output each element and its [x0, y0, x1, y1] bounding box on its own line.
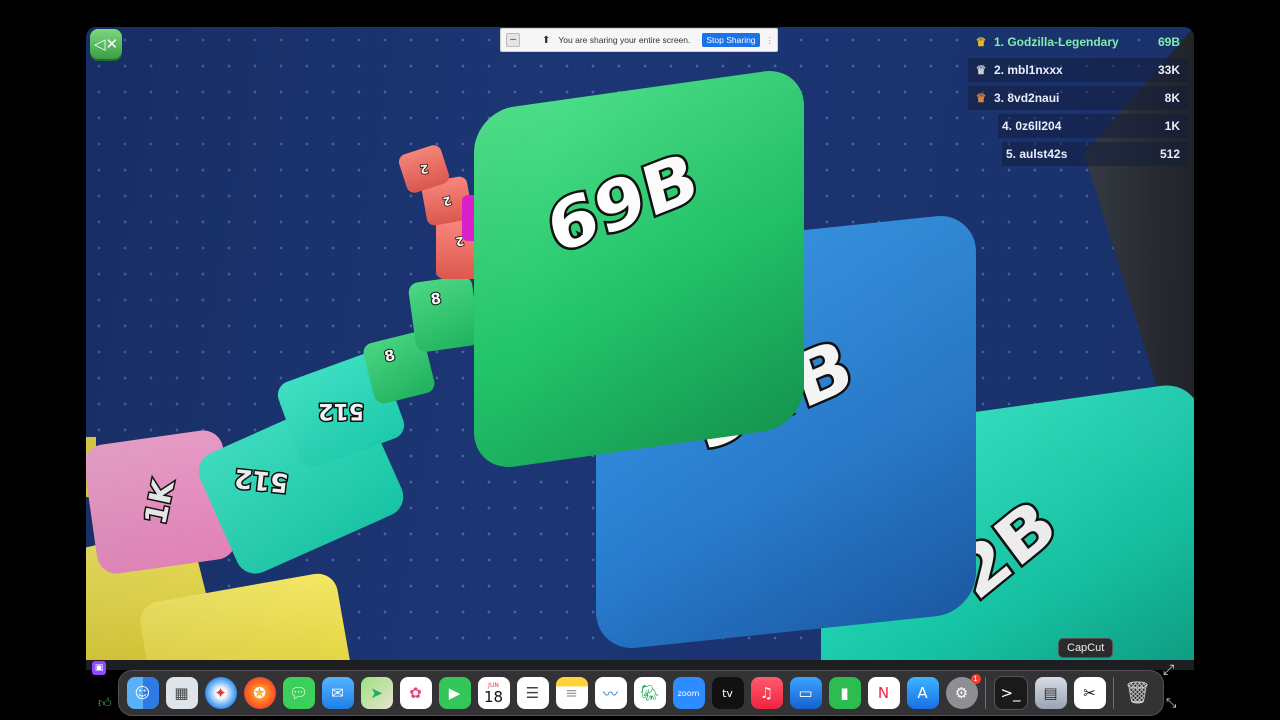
share-message: You are sharing your entire screen.	[558, 35, 691, 45]
leaderboard: ♛ 1. Godzilla-Legendary 69B ♛ 2. mbl1nxx…	[968, 30, 1188, 170]
launchpad-icon[interactable]: ▦	[165, 677, 198, 709]
news-icon[interactable]: N	[867, 677, 900, 709]
safari-icon[interactable]: ✦	[204, 677, 237, 709]
twitch-icon: ▣	[92, 661, 106, 675]
stream-toolbar	[86, 660, 1194, 670]
system-settings-icon[interactable]: ⚙ 1	[945, 674, 981, 709]
thumbs-up-icon[interactable]: 👍︎	[98, 696, 112, 711]
fullscreen-icon[interactable]: ⤢	[1163, 662, 1174, 678]
finder-icon[interactable]: ☺	[126, 677, 159, 709]
dock-tooltip: CapCut	[1058, 638, 1114, 658]
game-canvas[interactable]: 1K 512 512 8 8 2 2 2 2B 34B 69B ➤ ◁✕ – ⬆…	[86, 27, 1194, 660]
keynote-icon[interactable]: ▭	[789, 677, 822, 709]
bronze-crown-icon: ♛	[975, 91, 987, 105]
cube-69b: 69B	[474, 65, 804, 473]
maps-icon[interactable]: ➤	[360, 677, 393, 709]
share-screen-icon: ⬆	[542, 34, 551, 46]
leaderboard-row: ♛ 1. Godzilla-Legendary 69B	[968, 30, 1188, 54]
exit-fullscreen-icon[interactable]: ⤡	[1166, 696, 1176, 711]
dock-separator	[1113, 677, 1114, 709]
firefox-icon[interactable]: ✪	[243, 677, 276, 709]
numbers-icon[interactable]: ▮	[828, 677, 861, 709]
stop-sharing-button[interactable]: Stop Sharing	[702, 33, 760, 47]
music-icon[interactable]: ♫	[750, 677, 783, 709]
freeform-icon[interactable]: 〰	[594, 677, 627, 709]
preview-icon[interactable]: ▤	[1034, 677, 1067, 709]
apple-tv-icon[interactable]: tv	[711, 677, 744, 709]
facetime-icon[interactable]: ▶	[438, 677, 471, 709]
speaker-muted-icon: ◁✕	[93, 35, 119, 53]
cube-8: 8	[407, 274, 481, 354]
trash-icon[interactable]: 🗑︎	[1122, 677, 1154, 709]
gold-crown-icon: ♛	[975, 35, 987, 49]
photos-icon[interactable]: ✿	[399, 677, 432, 709]
calendar-icon[interactable]: JUN 18	[477, 677, 510, 709]
messages-icon[interactable]: 💬︎	[282, 677, 315, 709]
dock: ☺ ▦ ✦ ✪ 💬︎ ✉ ➤ ✿ ▶ JUN 18 ☰ ≡ 〰 🐘︎ zoom …	[118, 670, 1164, 716]
leaderboard-row: 4. 0z6ll204 1K	[998, 114, 1188, 138]
zoom-icon[interactable]: zoom	[672, 677, 705, 709]
capcut-icon[interactable]: ✂	[1073, 677, 1106, 709]
mail-icon[interactable]: ✉	[321, 677, 354, 709]
evernote-icon[interactable]: 🐘︎	[633, 677, 666, 709]
screen-share-bar: – ⬆ You are sharing your entire screen. …	[500, 28, 778, 52]
notification-badge: 1	[970, 674, 981, 684]
more-options-icon[interactable]: ⋮	[766, 35, 775, 46]
mouse-cursor-icon: ➤	[574, 227, 585, 241]
minimize-button[interactable]: –	[506, 33, 520, 47]
silver-crown-icon: ♛	[975, 63, 987, 77]
dock-separator	[985, 677, 986, 709]
leaderboard-row: 5. aulst42s 512	[1002, 142, 1188, 166]
notes-icon[interactable]: ≡	[555, 677, 588, 709]
app-store-icon[interactable]: A	[906, 677, 939, 709]
reminders-icon[interactable]: ☰	[516, 677, 549, 709]
leaderboard-row: ♛ 3. 8vd2naui 8K	[968, 86, 1188, 110]
terminal-icon[interactable]: >_	[993, 676, 1028, 710]
mute-button[interactable]: ◁✕	[90, 29, 122, 59]
leaderboard-row: ♛ 2. mbl1nxxx 33K	[968, 58, 1188, 82]
